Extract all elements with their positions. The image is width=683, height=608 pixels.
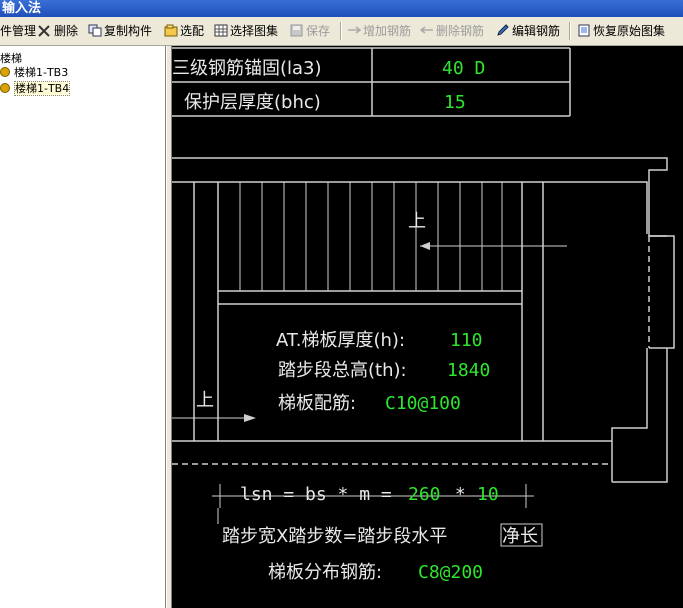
param-label-total-height: 踏步段总高(th): [278,360,407,381]
tree-root-node[interactable]: 楼梯 [0,50,22,66]
select-config-label: 选配 [180,24,205,38]
component-tree-panel: 楼梯 楼梯1-TB3 楼梯1-TB4 [0,46,166,608]
tree-item-label: 楼梯1-TB4 [14,81,71,96]
delete-rebar-icon [419,24,434,37]
edit-pencil-icon [496,24,510,37]
param-value-total-height[interactable]: 1840 [447,360,490,381]
delete-rebar-label: 删除钢筋 [436,24,485,38]
select-atlas-label: 选择图集 [230,24,279,38]
delete-label: 删除 [54,24,79,38]
stair-drawing-svg: 三级钢筋锚固(la3) 40 D 保护层厚度(bhc) 15 上 上 AT.梯板… [172,47,675,583]
up-arrow-head-top [420,242,430,250]
add-rebar-label: 增加钢筋 [363,24,412,38]
formula-value-bs[interactable]: 260 [408,484,441,505]
save-button[interactable]: 保存 [290,23,330,39]
window-title: 输入法 [2,1,42,16]
param-value-reinforcement[interactable]: C10@100 [385,393,461,414]
save-label: 保存 [306,24,331,38]
table-value-cover[interactable]: 15 [444,92,466,113]
up-arrow-head-left [244,414,256,422]
atlas-grid-icon [214,24,228,37]
toolbar-separator [340,22,342,40]
tree-item-selected[interactable]: 楼梯1-TB4 [0,81,71,96]
up-label-top: 上 [408,211,426,232]
restore-doc-icon [577,24,591,37]
param-label-reinforcement: 梯板配筋: [278,393,356,414]
formula-description: 踏步宽X踏步数=踏步段水平 [222,526,447,547]
formula-prefix: lsn = bs * m = [240,484,403,505]
delete-button[interactable]: 删除 [38,23,78,39]
tree-root-label: 楼梯 [0,52,22,65]
restore-atlas-button[interactable]: 恢复原始图集 [577,23,665,39]
select-config-icon [164,24,178,37]
delete-x-icon [38,25,52,38]
drawing-canvas[interactable]: 三级钢筋锚固(la3) 40 D 保护层厚度(bhc) 15 上 上 AT.梯板… [172,46,683,608]
param-value-thickness[interactable]: 110 [450,330,483,351]
stair-landing-right [649,235,675,349]
add-rebar-icon [347,24,362,37]
formula-description-end: 净长 [502,526,538,547]
dist-rebar-label: 梯板分布钢筋: [268,562,382,583]
add-rebar-button[interactable]: 增加钢筋 [347,23,411,39]
component-manage-button[interactable]: 件管理 [0,23,36,39]
tree-item[interactable]: 楼梯1-TB3 [0,66,68,79]
window-title-bar: 输入法 [0,0,683,17]
up-label-left: 上 [196,390,214,411]
component-gear-icon [0,67,10,77]
select-config-button[interactable]: 选配 [164,23,204,39]
save-disk-icon [290,24,304,37]
stair-outline [172,157,668,483]
delete-rebar-button[interactable]: 删除钢筋 [419,23,485,39]
formula-operator: * [444,484,477,505]
dist-rebar-value[interactable]: C8@200 [418,562,483,583]
param-label-thickness: AT.梯板厚度(h): [276,330,405,351]
table-value-anchorage[interactable]: 40 D [442,58,485,79]
component-manage-label: 件管理 [0,24,37,38]
table-label-anchorage: 三级钢筋锚固(la3) [172,58,322,79]
select-atlas-button[interactable]: 选择图集 [214,23,278,39]
stair-treads [239,182,503,291]
toolbar-separator [569,22,571,40]
copy-component-label: 复制构件 [104,24,153,38]
tree-item-label: 楼梯1-TB3 [14,66,69,79]
component-gear-icon [0,83,10,93]
toolbar: 件管理 删除 复制构件 选配 选择图集 保存 增加钢筋 删除钢筋 编辑钢筋 恢复… [0,17,683,46]
copy-component-button[interactable]: 复制构件 [88,23,152,39]
edit-rebar-button[interactable]: 编辑钢筋 [496,23,560,39]
restore-atlas-label: 恢复原始图集 [593,24,666,38]
copy-icon [88,24,102,37]
stair-beam-lines [218,290,522,305]
formula-value-m[interactable]: 10 [477,484,499,505]
stair-verticals [193,182,544,441]
table-label-cover: 保护层厚度(bhc) [184,92,321,113]
edit-rebar-label: 编辑钢筋 [512,24,561,38]
